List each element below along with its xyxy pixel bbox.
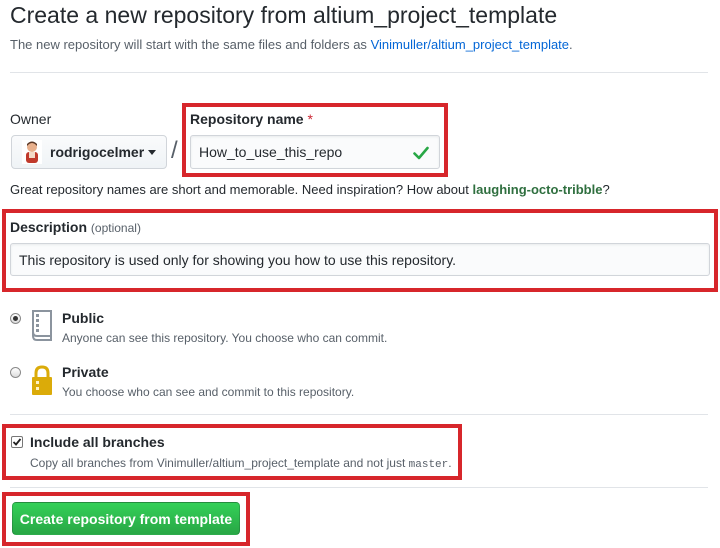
hint-suffix: ? xyxy=(602,182,610,197)
owner-label: Owner xyxy=(10,111,52,127)
public-title: Public xyxy=(62,310,105,326)
private-note: You choose who can see and commit to thi… xyxy=(62,385,355,399)
private-title: Private xyxy=(62,364,109,380)
avatar-image xyxy=(22,140,42,164)
owner-repo-separator: / xyxy=(171,137,178,164)
visibility-divider xyxy=(10,414,708,415)
repo-book-icon xyxy=(30,310,54,347)
subtitle-text: The new repository will start with the s… xyxy=(10,37,367,52)
page-title: Create a new repository from altium_proj… xyxy=(10,2,558,28)
hint-text: Great repository names are short and mem… xyxy=(10,182,469,197)
page-subtitle: The new repository will start with the s… xyxy=(10,37,573,52)
highlight-description xyxy=(2,209,718,292)
header-divider xyxy=(10,72,708,73)
repo-name-hint: Great repository names are short and mem… xyxy=(10,182,610,197)
private-radio[interactable] xyxy=(10,367,21,378)
owner-name: rodrigocelmer xyxy=(50,144,145,160)
public-note: Anyone can see this repository. You choo… xyxy=(62,331,388,345)
chevron-down-icon xyxy=(148,149,157,155)
template-repo-link[interactable]: Vinimuller/altium_project_template xyxy=(371,37,569,52)
subtitle-suffix: . xyxy=(569,37,573,52)
avatar xyxy=(22,140,42,164)
lock-icon xyxy=(30,364,54,401)
highlight-repo-name xyxy=(182,103,448,177)
public-radio[interactable] xyxy=(10,313,21,324)
highlight-submit xyxy=(2,492,250,546)
highlight-branches xyxy=(2,424,462,480)
branches-divider xyxy=(10,487,708,488)
name-suggestion[interactable]: laughing-octo-tribble xyxy=(472,182,602,197)
owner-dropdown-button[interactable]: rodrigocelmer xyxy=(11,135,167,169)
